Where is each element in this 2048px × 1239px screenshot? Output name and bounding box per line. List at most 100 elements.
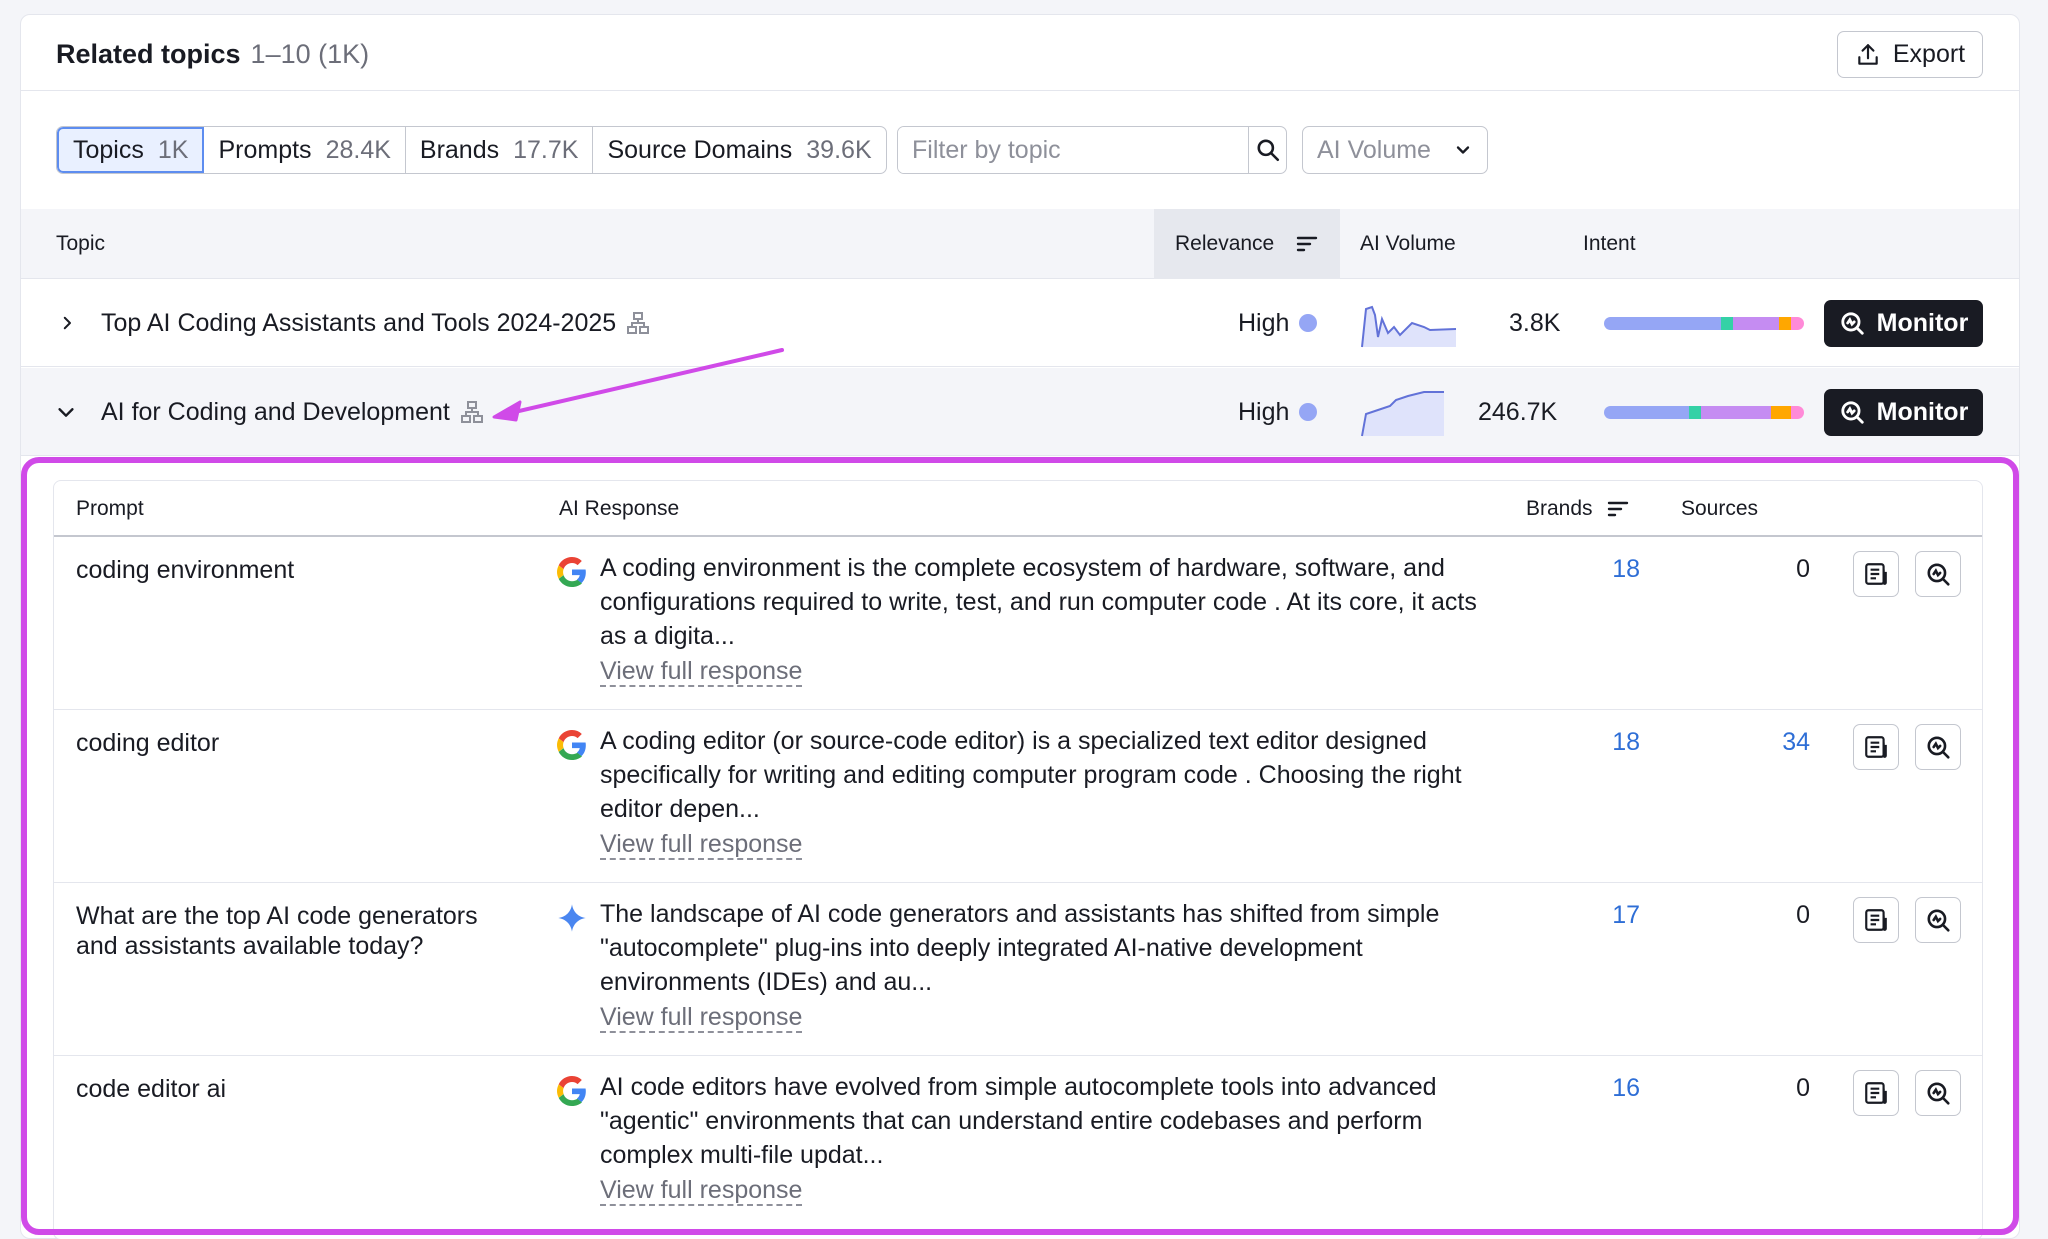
monitor-prompt-button[interactable] [1915,1070,1961,1116]
relevance-cell: High [1238,279,1318,367]
prompt-text: What are the top AI code generators and … [76,902,478,960]
monitor-prompt-button[interactable] [1915,551,1961,597]
monitor-button[interactable]: Monitor [1824,279,1983,367]
card-header: Related topics 1–10 (1K) Export [21,15,2019,91]
ai-response-text: AI code editors have evolved from simple… [600,1073,1437,1169]
column-ai-response: AI Response [559,497,680,520]
sources-count: 0 [1796,901,1810,929]
brands-count-link[interactable]: 16 [1612,1074,1640,1103]
export-button[interactable]: Export [1837,31,1983,78]
ai-volume-value: 246.7K [1478,397,1558,426]
sitemap-icon[interactable] [626,311,650,335]
sources-count: 0 [1796,1074,1810,1102]
sources-count-link[interactable]: 34 [1782,728,1810,757]
ai-volume-select-label: AI Volume [1317,135,1431,164]
expand-row-button[interactable] [58,279,76,367]
column-brands[interactable]: Brands [1526,481,1629,537]
search-button[interactable] [1248,127,1286,173]
view-tabs: Topics 1K Prompts 28.4K Brands 17.7K Source… [56,126,887,174]
prompts-table-header: Prompt AI Response Brands Sources [54,481,1982,537]
document-icon [1865,736,1887,758]
sort-icon [1297,236,1318,252]
tab-prompts[interactable]: Prompts 28.4K [204,127,406,173]
google-icon [557,730,586,760]
ai-response-text: A coding editor (or source-code editor) … [600,727,1462,823]
column-sources: Sources [1681,497,1759,520]
prompts-subtable: Prompt AI Response Brands Sources coding… [53,480,1983,1239]
table-row: What are the top AI code generators and … [54,883,1982,1056]
tab-topics[interactable]: Topics 1K [57,127,205,173]
search-icon [1256,139,1279,162]
chevron-right-icon [63,316,71,330]
volume-trend-sparkline [1360,368,1446,456]
document-icon [1865,1082,1887,1104]
brands-count-link[interactable]: 18 [1612,728,1640,757]
monitor-prompt-button[interactable] [1915,897,1961,943]
topic-cell: AI for Coding and Development [101,368,484,456]
column-prompt: Prompt [76,497,144,520]
result-count: 1–10 (1K) [250,39,370,69]
relevance-dot [1299,403,1318,421]
document-icon [1865,563,1887,585]
google-icon [557,1076,586,1106]
intent-bar [1604,279,1804,367]
table-row: Top AI Coding Assistants and Tools 2024-… [21,279,2019,367]
google-icon [557,557,586,587]
collapse-row-button[interactable] [55,368,77,456]
prompt-text: code editor ai [76,1075,227,1103]
ai-response-text: A coding environment is the complete eco… [600,554,1477,650]
sort-icon [1607,501,1628,517]
view-response-button[interactable] [1853,897,1899,943]
view-response-button[interactable] [1853,724,1899,770]
brands-count-link[interactable]: 18 [1612,555,1640,584]
monitor-search-icon [1927,563,1950,586]
view-full-response-link[interactable]: View full response [600,1003,803,1033]
document-icon [1865,909,1887,931]
relevance-cell: High [1238,368,1318,456]
prompt-text: coding environment [76,556,295,584]
export-label: Export [1892,40,1966,68]
ai-volume-select[interactable]: AI Volume [1302,126,1488,174]
monitor-search-icon [1841,312,1864,335]
column-relevance[interactable]: Relevance [1154,209,1340,279]
intent-bar [1604,368,1804,456]
monitor-search-icon [1927,909,1950,932]
topic-name[interactable]: AI for Coding and Development [101,398,450,427]
column-ai-volume: AI Volume [1360,232,1456,255]
monitor-search-icon [1927,736,1950,759]
table-header: Topic Relevance AI Volume Intent [21,209,2019,279]
view-response-button[interactable] [1853,1070,1899,1116]
topic-filter [897,126,1287,174]
view-full-response-link[interactable]: View full response [600,657,803,687]
monitor-search-icon [1927,1082,1950,1105]
ai-volume-value: 3.8K [1509,308,1561,337]
view-full-response-link[interactable]: View full response [600,830,803,860]
table-row: coding environment A coding environment … [54,537,1982,710]
chevron-down-icon [58,408,74,417]
column-topic: Topic [56,232,106,255]
page-title: Related topics 1–10 (1K) [56,39,370,69]
table-row: code editor ai AI code editors have evol… [54,1056,1982,1229]
prompt-text: coding editor [76,729,220,757]
view-response-button[interactable] [1853,551,1899,597]
gemini-icon [558,904,586,932]
column-intent: Intent [1583,232,1636,255]
topic-name[interactable]: Top AI Coding Assistants and Tools 2024-… [101,309,616,338]
export-icon [1858,43,1878,65]
annotation-arrow-icon [492,348,784,422]
chevron-down-icon [1456,146,1470,154]
monitor-button[interactable]: Monitor [1824,368,1983,456]
table-row: coding editor A coding editor (or source… [54,710,1982,883]
brands-count-link[interactable]: 17 [1612,901,1640,930]
filter-input[interactable] [898,127,1248,173]
relevance-dot [1299,314,1318,332]
monitor-search-icon [1841,401,1864,424]
tab-source-domains[interactable]: Source Domains 39.6K [593,127,885,173]
view-full-response-link[interactable]: View full response [600,1176,803,1206]
monitor-prompt-button[interactable] [1915,724,1961,770]
sources-count: 0 [1796,555,1810,583]
volume-trend-sparkline [1360,279,1458,367]
ai-response-text: The landscape of AI code generators and … [600,900,1440,996]
tab-brands[interactable]: Brands 17.7K [406,127,594,173]
table-row: AI for Coding and Development High 246.7… [21,368,2019,456]
